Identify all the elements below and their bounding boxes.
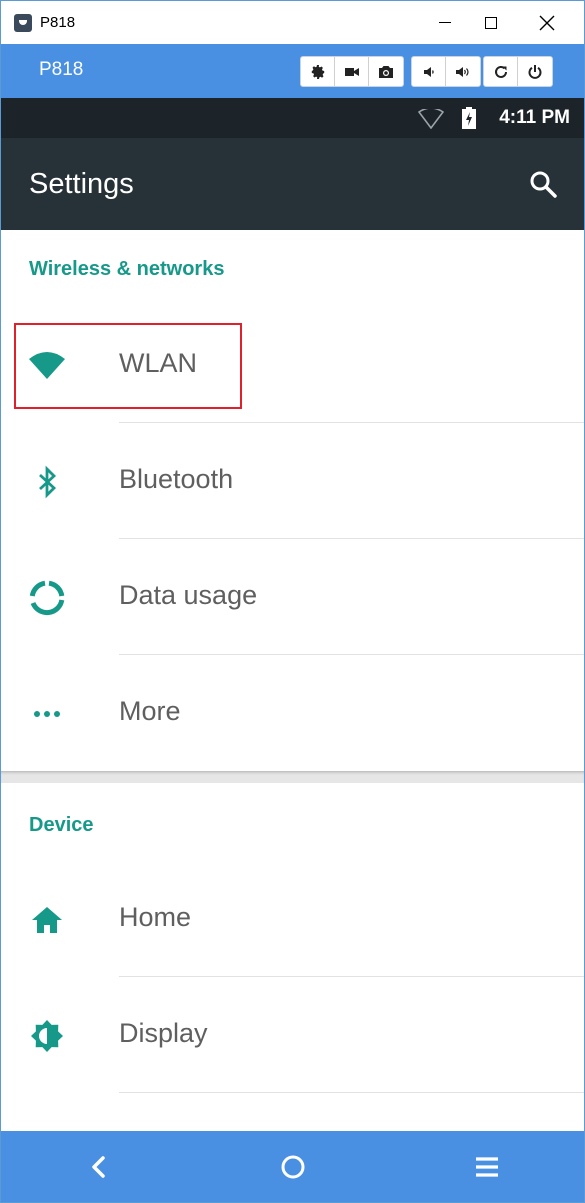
wifi-status-icon (418, 109, 444, 129)
settings-item-label: Display (119, 1018, 208, 1048)
record-video-button[interactable] (335, 57, 369, 86)
camera-icon (379, 65, 393, 78)
minimize-button[interactable] (422, 1, 468, 44)
emulator-toolbar: P818 (1, 44, 584, 98)
divider (119, 976, 584, 977)
minimize-icon (439, 22, 451, 23)
gear-icon (311, 64, 324, 79)
bluetooth-icon-wrap (29, 464, 65, 500)
android-status-bar: 4:11 PM (1, 98, 584, 138)
video-camera-icon (344, 67, 359, 76)
rotate-icon (494, 65, 507, 78)
settings-item-more[interactable]: More (1, 656, 584, 772)
settings-item-label: Home (119, 902, 192, 932)
power-icon (528, 64, 542, 79)
volume-up-button[interactable] (446, 57, 480, 86)
close-button[interactable] (524, 1, 570, 44)
volume-up-icon (456, 66, 469, 77)
settings-item-data-usage[interactable]: Data usage (1, 540, 584, 656)
settings-item-display[interactable]: Display (1, 978, 584, 1094)
section-separator (1, 771, 584, 783)
section-header-wireless: Wireless & networks (29, 258, 225, 280)
bluetooth-icon (39, 465, 57, 499)
maximize-icon (485, 16, 497, 29)
section-header-device: Device (29, 814, 94, 836)
settings-item-label: Data usage (119, 580, 258, 610)
more-dots-icon (34, 711, 60, 717)
data-usage-icon (29, 580, 65, 616)
highlight-box (14, 323, 242, 409)
data-usage-icon-wrap (29, 580, 65, 616)
display-brightness-icon (31, 1020, 63, 1052)
divider (119, 1092, 584, 1093)
android-nav-bar (1, 1131, 584, 1202)
settings-item-label: Bluetooth (119, 464, 234, 494)
device-label: P818 (39, 59, 84, 80)
window-title-bar: P818 (1, 1, 584, 44)
home-circle-icon (281, 1155, 305, 1178)
nav-back-button[interactable] (59, 1131, 139, 1202)
home-icon (32, 907, 62, 933)
page-title: Settings (29, 168, 134, 200)
emulator-window: P818 P818 4:11 PM Settings Wireless & ne… (0, 0, 585, 1203)
settings-item-label: More (119, 696, 181, 726)
window-title: P818 (40, 14, 76, 31)
more-dots-icon-wrap (29, 696, 65, 732)
toolbar-group-device (483, 56, 553, 87)
search-icon[interactable] (528, 169, 558, 199)
back-icon (92, 1155, 105, 1178)
power-button[interactable] (518, 57, 552, 86)
menu-icon (476, 1156, 498, 1177)
settings-item-home[interactable]: Home (1, 862, 584, 978)
maximize-button[interactable] (468, 1, 514, 44)
screenshot-button[interactable] (369, 57, 403, 86)
volume-down-icon (423, 66, 434, 77)
battery-charging-icon (462, 107, 476, 129)
nav-home-button[interactable] (253, 1131, 333, 1202)
divider (119, 654, 584, 655)
toolbar-group-capture (300, 56, 404, 87)
rotate-button[interactable] (484, 57, 518, 86)
home-icon-wrap (29, 902, 65, 938)
toolbar-group-volume (411, 56, 481, 87)
settings-button[interactable] (301, 57, 335, 86)
volume-down-button[interactable] (412, 57, 446, 86)
display-icon-wrap (29, 1018, 65, 1054)
app-icon (14, 13, 32, 32)
divider (119, 538, 584, 539)
divider (119, 422, 584, 423)
settings-item-bluetooth[interactable]: Bluetooth (1, 424, 584, 540)
status-time: 4:11 PM (499, 107, 570, 128)
close-icon (539, 15, 555, 30)
settings-app-bar: Settings (1, 138, 584, 230)
nav-menu-button[interactable] (447, 1131, 527, 1202)
